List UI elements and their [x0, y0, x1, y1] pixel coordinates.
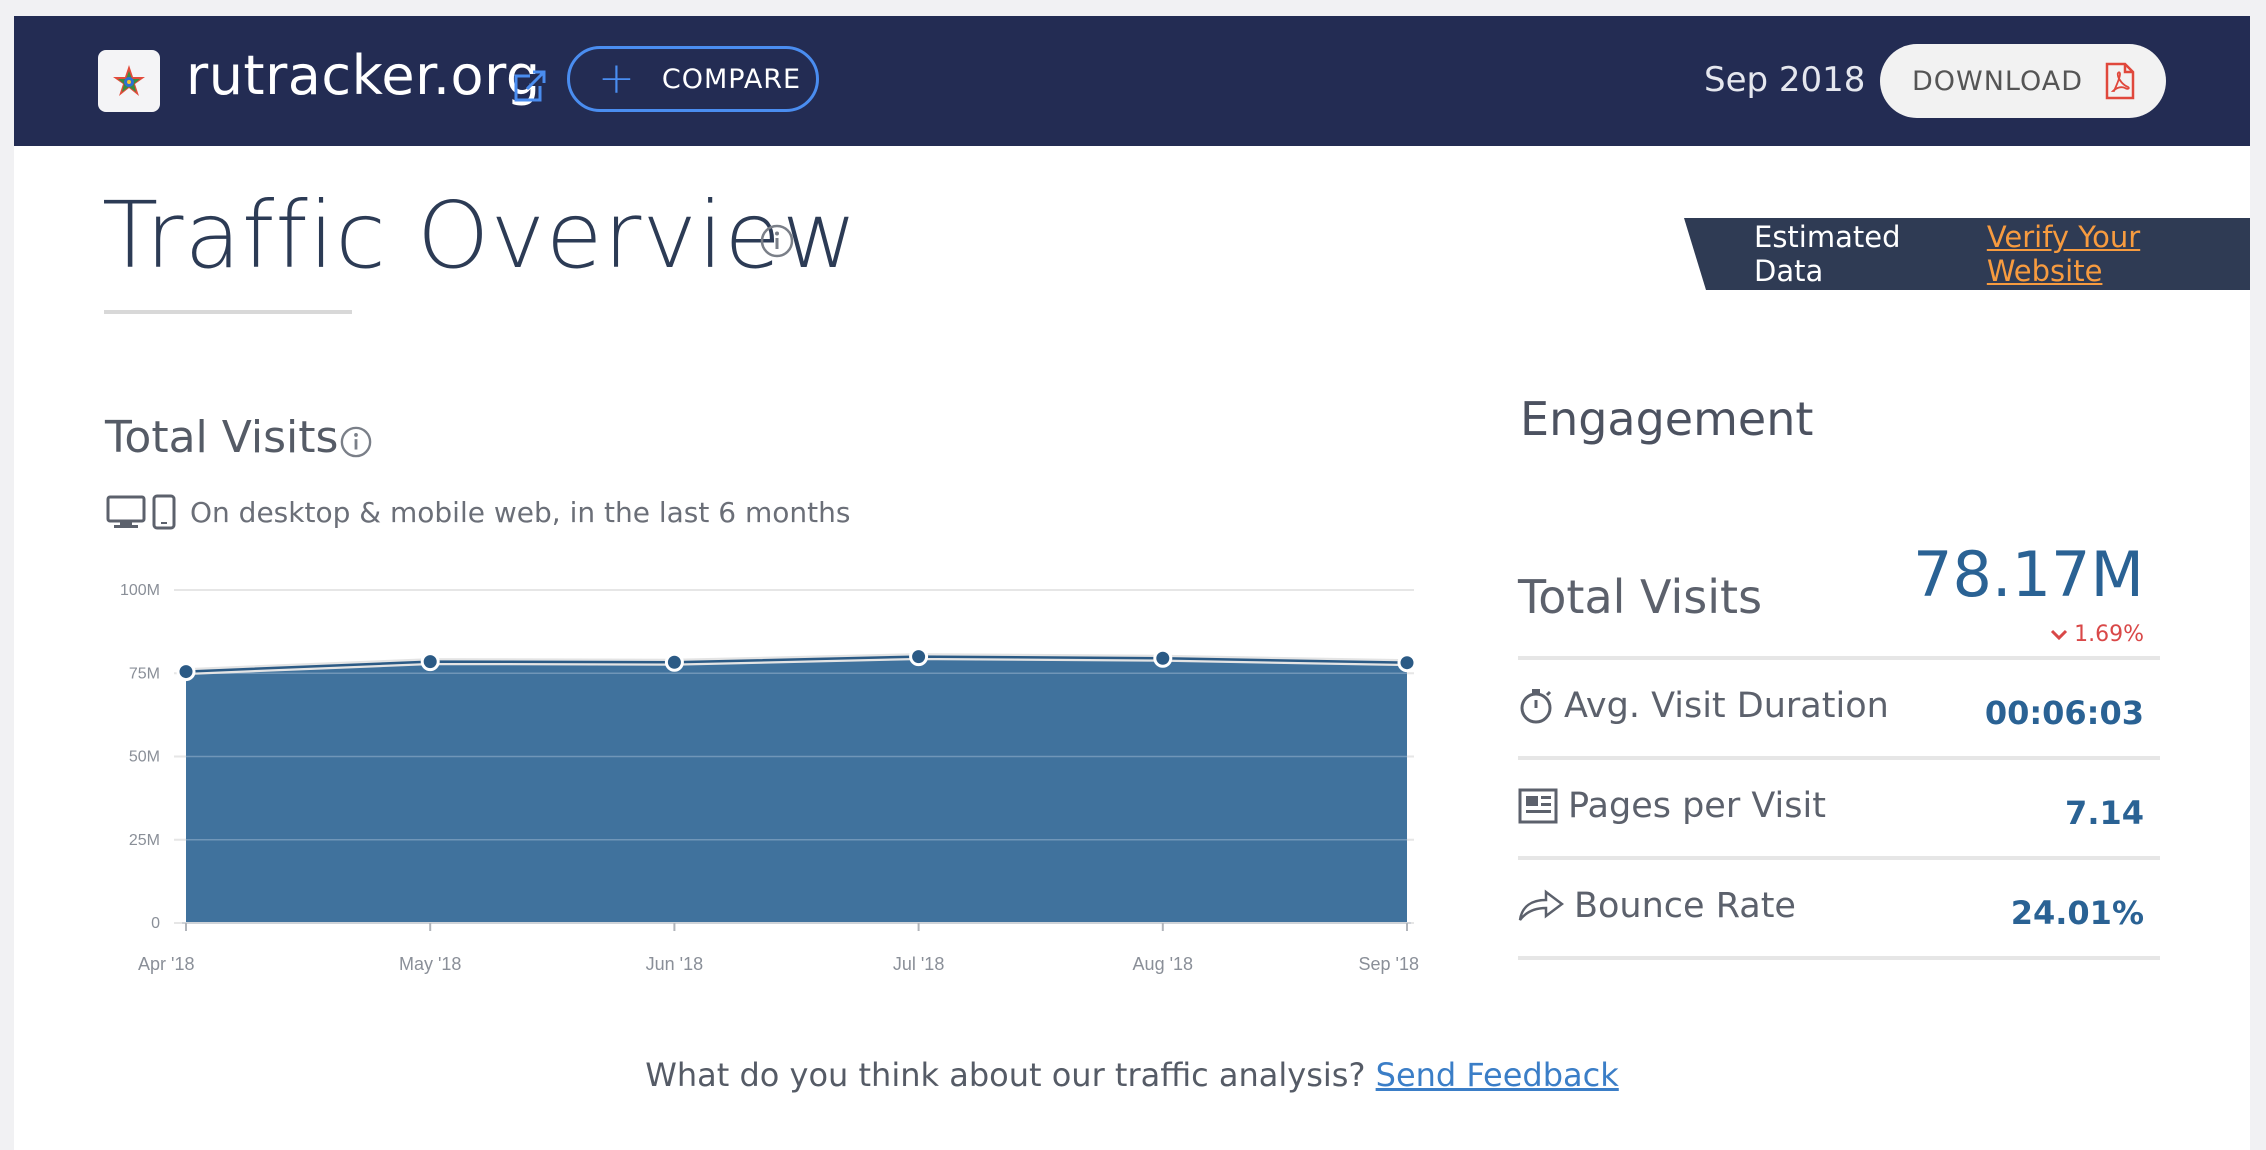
plus-icon: +: [598, 53, 636, 104]
x-tick-label: Jul '18: [893, 954, 944, 974]
change-value: 1.69%: [2074, 622, 2144, 647]
title-underline: [104, 310, 352, 314]
metric-value: 7.14: [2065, 794, 2144, 832]
y-tick-label: 100M: [120, 582, 160, 599]
download-label: DOWNLOAD: [1912, 65, 2084, 97]
page-title: Traffic Overview: [102, 182, 859, 289]
metric-value: 24.01%: [2010, 894, 2144, 932]
feedback-question: What do you think about our traffic anal…: [645, 1056, 1366, 1094]
x-tick-label: Sep '18: [1359, 954, 1420, 974]
data-point: [1153, 648, 1173, 668]
data-point: [420, 652, 440, 672]
x-tick-label: Aug '18: [1133, 954, 1194, 974]
period-label: Sep 2018: [1704, 60, 1866, 100]
mobile-icon: [152, 494, 176, 530]
info-icon[interactable]: [760, 224, 794, 258]
metric-value: 78.17M: [1913, 538, 2144, 611]
y-tick-label: 25M: [129, 832, 160, 849]
engagement-title: Engagement: [1520, 392, 1814, 446]
pdf-icon: [2105, 62, 2135, 100]
visits-area: [186, 656, 1407, 923]
download-button[interactable]: DOWNLOAD: [1880, 44, 2166, 118]
chevron-down-icon: [2051, 629, 2068, 640]
site-name: rutracker.org: [186, 44, 541, 107]
metric-label: Pages per Visit: [1568, 786, 1826, 826]
total-visits-title: Total Visits: [105, 412, 339, 463]
x-tick-label: Jun '18: [646, 954, 703, 974]
main-card: rutracker.org + COMPARE Sep 2018 DOWNLOA…: [14, 16, 2250, 1150]
bounce-arrow-icon: [1518, 888, 1564, 924]
metric-bounce-rate: Bounce Rate 24.01%: [1518, 860, 2160, 960]
estimated-data-banner: Estimated Data Verify Your Website: [1684, 218, 2250, 290]
compare-label: COMPARE: [661, 63, 802, 95]
data-point: [1397, 653, 1417, 673]
metric-pages-per-visit: Pages per Visit 7.14: [1518, 760, 2160, 860]
verify-website-link[interactable]: Verify Your Website: [1987, 220, 2250, 288]
site-header: rutracker.org + COMPARE Sep 2018 DOWNLOA…: [14, 16, 2250, 146]
metric-label: Bounce Rate: [1574, 886, 1796, 926]
metric-label: Avg. Visit Duration: [1564, 686, 1889, 726]
feedback-line: What do you think about our traffic anal…: [14, 1056, 2250, 1094]
metric-label-row: Bounce Rate: [1518, 886, 1796, 926]
y-tick-label: 75M: [129, 665, 160, 682]
change-badge: 1.69%: [2050, 622, 2144, 647]
data-point: [909, 647, 929, 667]
stopwatch-icon: [1518, 687, 1554, 725]
desktop-icon: [106, 495, 146, 528]
x-tick-label: Apr '18: [138, 954, 194, 974]
metric-total-visits: Total Visits 78.17M 1.69%: [1518, 526, 2160, 660]
external-link-icon[interactable]: [512, 68, 548, 104]
total-visits-chart: 0 25M 50M 75M 100M Apr '18 May '18 Jun '18 Jul '…: [120, 582, 1420, 974]
data-point: [176, 662, 196, 682]
device-scope-text: On desktop & mobile web, in the last 6 m…: [190, 495, 851, 529]
device-scope: On desktop & mobile web, in the last 6 m…: [106, 494, 850, 530]
metric-label-row: Avg. Visit Duration: [1518, 686, 1889, 726]
y-tick-label: 0: [151, 915, 160, 932]
metric-label-row: Pages per Visit: [1518, 786, 1826, 826]
metric-value: 00:06:03: [1984, 694, 2144, 732]
site-favicon-icon: [98, 50, 160, 112]
metric-avg-visit-duration: Avg. Visit Duration 00:06:03: [1518, 660, 2160, 760]
x-tick-label: May '18: [399, 954, 461, 974]
send-feedback-link[interactable]: Send Feedback: [1376, 1056, 1619, 1094]
compare-button[interactable]: + COMPARE: [567, 46, 819, 112]
estimated-label: Estimated Data: [1754, 220, 1901, 288]
metric-label: Total Visits: [1518, 570, 1763, 624]
info-icon[interactable]: [340, 426, 372, 458]
y-tick-label: 50M: [129, 749, 160, 766]
newspaper-icon: [1518, 788, 1558, 824]
data-point: [664, 652, 684, 672]
